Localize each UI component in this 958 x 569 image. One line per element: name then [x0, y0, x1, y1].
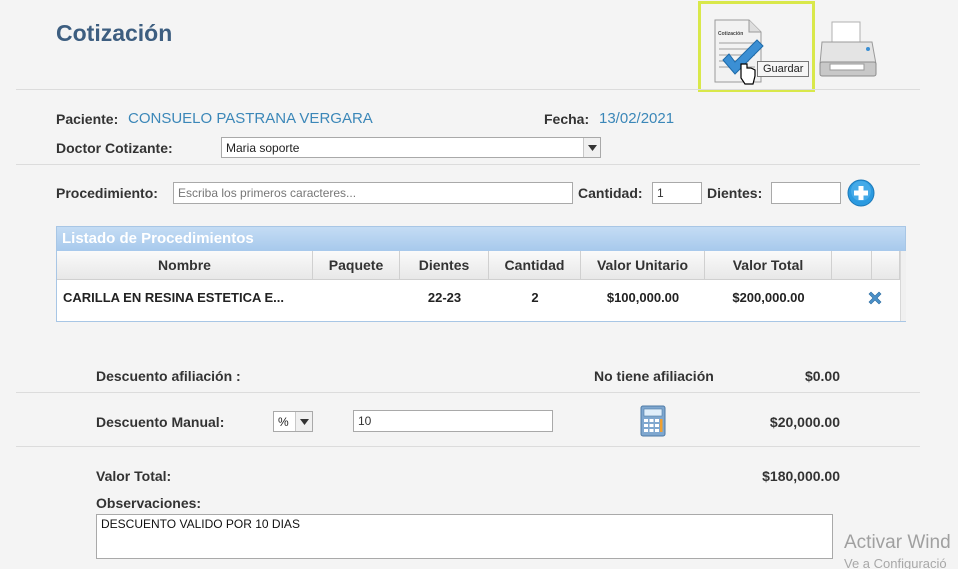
- col-paquete[interactable]: Paquete: [313, 251, 400, 279]
- discount-type-select[interactable]: %: [273, 411, 313, 432]
- save-tooltip: Guardar: [757, 61, 810, 77]
- activation-watermark: Activar Wind Ve a Configuració: [844, 532, 958, 569]
- patient-value: CONSUELO PASTRANA VERGARA: [128, 110, 373, 127]
- affiliation-status: No tiene afiliación: [594, 368, 714, 384]
- doctor-label: Doctor Cotizante:: [56, 140, 173, 156]
- chevron-down-icon[interactable]: [583, 138, 600, 157]
- manual-discount-amount: $20,000.00: [769, 414, 840, 430]
- add-icon: [847, 179, 875, 207]
- total-label: Valor Total:: [96, 468, 172, 484]
- add-procedure-button[interactable]: [847, 179, 875, 207]
- manual-discount-input[interactable]: 10: [353, 410, 553, 432]
- quantity-value: 1: [657, 186, 664, 200]
- procedure-label: Procedimiento:: [56, 185, 158, 201]
- divider: [16, 446, 920, 447]
- procedure-placeholder: Escriba los primeros caracteres...: [178, 186, 357, 200]
- divider: [16, 392, 920, 393]
- teeth-label: Dientes:: [707, 185, 763, 201]
- observations-value: DESCUENTO VALIDO POR 10 DIAS: [101, 517, 300, 531]
- calculator-icon: [640, 405, 666, 437]
- save-tooltip-label: Guardar: [763, 63, 804, 75]
- col-cantidad[interactable]: Cantidad: [489, 251, 581, 279]
- watermark-line1: Activar Wind: [844, 532, 951, 553]
- chevron-down-icon[interactable]: [295, 412, 312, 431]
- procedure-search-input[interactable]: Escriba los primeros caracteres...: [173, 182, 573, 204]
- discount-type-value: %: [278, 415, 289, 429]
- cell-valor-total: $200,000.00: [732, 290, 805, 305]
- col-dientes[interactable]: Dientes: [400, 251, 489, 279]
- col-valor-unitario[interactable]: Valor Unitario: [581, 251, 705, 279]
- delete-row-button[interactable]: [868, 291, 882, 305]
- affiliation-discount-amount: $0.00: [804, 368, 840, 384]
- quantity-label: Cantidad:: [578, 185, 643, 201]
- cell-cantidad: 2: [531, 290, 539, 305]
- date-label: Fecha:: [544, 111, 590, 127]
- doctor-select-value: Maria soporte: [226, 141, 300, 155]
- date-value: 13/02/2021: [599, 110, 675, 127]
- delete-icon: [868, 291, 882, 305]
- manual-discount-value: 10: [358, 414, 372, 428]
- quantity-input[interactable]: 1: [652, 182, 702, 204]
- cell-dientes: 22-23: [427, 290, 462, 305]
- patient-label: Paciente:: [56, 111, 119, 127]
- doctor-select[interactable]: Maria soporte: [221, 137, 601, 158]
- manual-discount-label: Descuento Manual:: [96, 414, 225, 430]
- cell-nombre: CARILLA EN RESINA ESTETICA E...: [63, 290, 285, 305]
- print-button[interactable]: [818, 18, 878, 82]
- save-button[interactable]: Cotización Guardar: [698, 1, 815, 92]
- cell-paquete: [313, 287, 400, 309]
- observations-textarea[interactable]: DESCUENTO VALIDO POR 10 DIAS: [96, 514, 833, 559]
- watermark-line2: Ve a Configuració: [844, 556, 947, 569]
- total-amount: $180,000.00: [762, 468, 840, 484]
- cell-valor-unitario: $100,000.00: [606, 290, 680, 305]
- calculate-button[interactable]: [640, 405, 666, 437]
- col-nombre[interactable]: Nombre: [57, 251, 313, 279]
- affiliation-discount-label: Descuento afiliación :: [96, 368, 241, 384]
- observations-label: Observaciones:: [96, 495, 202, 511]
- divider: [16, 89, 920, 90]
- grid-scrollbar[interactable]: [900, 251, 906, 321]
- grid-header: Nombre Paquete Dientes Cantidad Valor Un…: [57, 251, 905, 280]
- grid-caption: Listado de Procedimientos: [57, 227, 905, 251]
- doc-label: Cotización: [718, 31, 744, 37]
- col-valor-total[interactable]: Valor Total: [705, 251, 832, 279]
- printer-icon: [819, 21, 877, 77]
- page-title: Cotización: [56, 20, 173, 46]
- col-actions-2: [872, 251, 900, 279]
- col-actions: [832, 251, 872, 279]
- procedures-grid: Listado de Procedimientos Nombre Paquete…: [56, 226, 906, 322]
- divider: [16, 164, 920, 165]
- teeth-input[interactable]: [771, 182, 841, 204]
